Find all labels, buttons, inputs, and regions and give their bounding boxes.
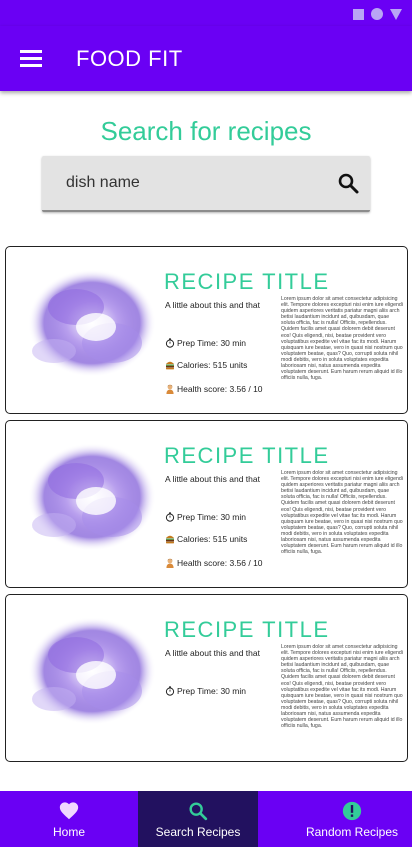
health-score-text: Health score: 3.56 / 10 xyxy=(177,558,263,568)
search-input[interactable] xyxy=(42,156,332,210)
nav-search-recipes[interactable]: Search Recipes xyxy=(138,791,258,847)
square-icon xyxy=(353,8,364,20)
prep-time-text: Prep Time: 30 min xyxy=(177,512,246,522)
circle-icon xyxy=(371,8,383,20)
recipe-title: RECIPE TITLE xyxy=(164,617,330,642)
health-score: Health score: 3.56 / 10 xyxy=(165,558,263,568)
health-score-text: Health score: 3.56 / 10 xyxy=(177,384,263,394)
bottom-navigation: Home Search Recipes Random Recipes xyxy=(0,791,412,847)
nav-home[interactable]: Home xyxy=(0,791,138,847)
triangle-icon xyxy=(390,8,402,20)
prep-time: Prep Time: 30 min xyxy=(165,338,246,348)
recipe-image xyxy=(28,443,156,551)
search-icon xyxy=(189,802,208,821)
menu-icon[interactable] xyxy=(20,50,42,67)
search-field xyxy=(42,156,370,212)
nav-random-recipes[interactable]: Random Recipes xyxy=(286,791,412,847)
nav-search-recipes-label: Search Recipes xyxy=(155,825,241,839)
status-icons xyxy=(353,8,402,20)
nav-random-recipes-label: Random Recipes xyxy=(305,825,399,839)
calories: Calories: 515 units xyxy=(165,534,247,544)
recipe-card[interactable]: RECIPE TITLE A little about this and tha… xyxy=(5,246,408,414)
recipe-description: Lorem ipsum dolor sit amet consectetur a… xyxy=(281,644,403,730)
recipe-image xyxy=(28,617,156,725)
prep-time-text: Prep Time: 30 min xyxy=(177,686,246,696)
app-screen: FOOD FIT Search for recipes dish name RE… xyxy=(0,0,412,847)
health-score: Health score: 3.56 / 10 xyxy=(165,384,263,394)
recipe-card[interactable]: RECIPE TITLE A little about this and tha… xyxy=(5,420,408,588)
recipe-description: Lorem ipsum dolor sit amet consectetur a… xyxy=(281,296,403,382)
person-icon xyxy=(166,384,174,394)
recipe-title: RECIPE TITLE xyxy=(164,269,330,294)
search-icon[interactable] xyxy=(336,171,360,195)
prep-time: Prep Time: 30 min xyxy=(165,686,246,696)
app-bar: FOOD FIT xyxy=(0,26,412,91)
calories: Calories: 515 units xyxy=(165,360,247,370)
burger-icon xyxy=(166,361,174,370)
prep-time: Prep Time: 30 min xyxy=(165,512,246,522)
person-icon xyxy=(166,558,174,568)
search-heading: Search for recipes xyxy=(100,116,312,146)
recipe-description: Lorem ipsum dolor sit amet consectetur a… xyxy=(281,470,403,556)
stopwatch-icon xyxy=(165,686,175,696)
recipe-subtitle: A little about this and that xyxy=(165,300,260,310)
app-title: FOOD FIT xyxy=(76,46,183,71)
recipe-image xyxy=(28,269,156,377)
recipe-subtitle: A little about this and that xyxy=(165,648,260,658)
stopwatch-icon xyxy=(165,338,175,348)
recipe-card[interactable]: RECIPE TITLE A little about this and tha… xyxy=(5,594,408,762)
calories-text: Calories: 515 units xyxy=(177,534,248,544)
burger-icon xyxy=(166,535,174,544)
prep-time-text: Prep Time: 30 min xyxy=(177,338,246,348)
recipe-title: RECIPE TITLE xyxy=(164,443,330,468)
recipe-subtitle: A little about this and that xyxy=(165,474,260,484)
calories-text: Calories: 515 units xyxy=(177,360,248,370)
alert-circle-icon xyxy=(342,801,362,821)
status-bar xyxy=(0,0,412,26)
nav-home-label: Home xyxy=(52,825,85,839)
heart-icon xyxy=(59,802,79,820)
stopwatch-icon xyxy=(165,512,175,522)
